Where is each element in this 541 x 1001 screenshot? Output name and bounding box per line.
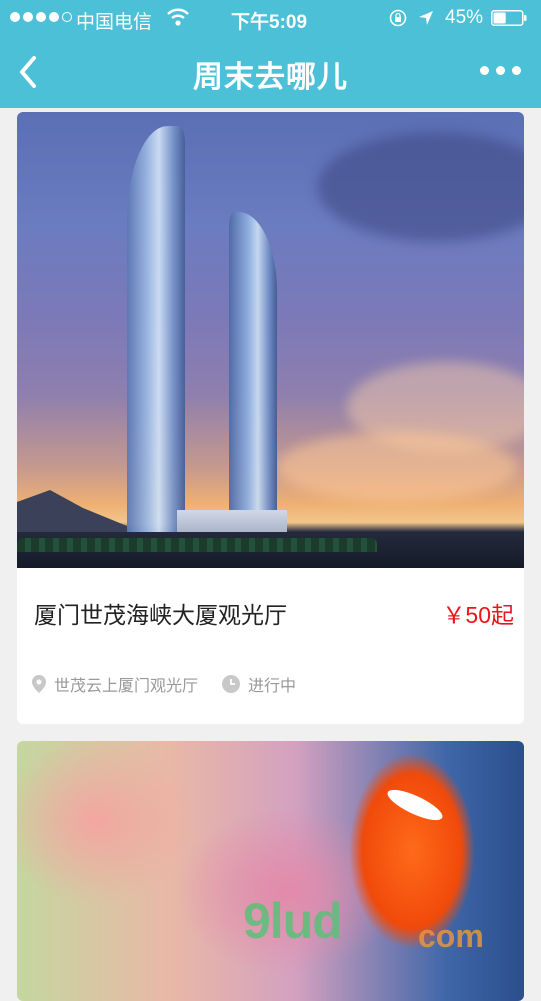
attraction-photo	[17, 112, 524, 568]
navigation-bar: 周末去哪儿	[0, 36, 541, 108]
attraction-name: 厦门世茂海峡大厦观光厅	[34, 602, 287, 628]
location-arrow-icon	[419, 11, 433, 25]
location-text: 世茂云上厦门观光厅	[54, 678, 199, 695]
attraction-price: ￥50起	[442, 602, 514, 628]
site-watermark-suffix: com	[418, 918, 484, 954]
battery-percentage: 45%	[445, 7, 484, 28]
status-time: 下午5:09	[231, 12, 308, 33]
rotation-lock-icon	[389, 9, 407, 27]
page-title: 周末去哪儿	[193, 61, 348, 94]
attraction-card-2[interactable]	[17, 741, 524, 1001]
battery-icon	[491, 10, 527, 26]
more-options-icon[interactable]	[480, 66, 521, 75]
status-bar: 中国电信 下午5:09 45%	[0, 0, 541, 36]
status-text: 进行中	[248, 678, 297, 695]
attraction-card[interactable]: 厦门世茂海峡大厦观光厅 ￥50起 世茂云上厦门观光厅 进行中	[17, 112, 524, 724]
location-info: 世茂云上厦门观光厅	[32, 672, 198, 696]
clock-icon	[222, 675, 240, 693]
map-pin-icon	[32, 675, 46, 693]
site-watermark: 9lud	[243, 893, 343, 949]
wifi-icon	[167, 8, 189, 26]
signal-strength-icon	[10, 12, 72, 22]
clownfish-photo	[17, 741, 524, 1001]
carrier-name: 中国电信	[76, 12, 153, 33]
top-header: 中国电信 下午5:09 45% 周末去哪儿	[0, 0, 541, 108]
status-info: 进行中	[222, 672, 296, 696]
